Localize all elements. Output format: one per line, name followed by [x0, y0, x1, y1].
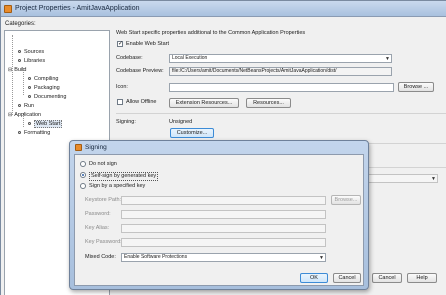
key-password-input[interactable] — [121, 238, 326, 247]
tree-item-compiling[interactable]: Compiling — [28, 75, 58, 83]
categories-label: Categories: — [5, 21, 36, 27]
allow-offline-label: Allow Offline — [126, 99, 157, 105]
keystore-path-label: Keystore Path: — [85, 197, 122, 203]
self-sign-radio[interactable] — [80, 172, 86, 178]
enable-web-start-label: Enable Web Start — [126, 41, 170, 47]
codebase-preview-value: file:/C:/Users/amit/Documents/NetBeansPr… — [172, 68, 337, 74]
tree-item-build[interactable]: ⊟ Build — [8, 66, 26, 74]
key-alias-input[interactable] — [121, 224, 326, 233]
tree-item-web-start[interactable]: Web Start — [28, 120, 63, 128]
keystore-path-input[interactable] — [121, 196, 326, 205]
do-not-sign-label: Do not sign — [89, 161, 117, 167]
title-bar: Project Properties - AmitJavaApplication — [1, 1, 446, 17]
password-input[interactable] — [121, 210, 326, 219]
keystore-browse-button[interactable]: Browse... — [331, 195, 361, 205]
do-not-sign-radio[interactable] — [80, 161, 86, 167]
tree-item-formatting[interactable]: Formatting — [18, 129, 50, 137]
ok-button[interactable]: OK — [300, 273, 328, 283]
collapse-icon[interactable]: ⊟ — [8, 112, 12, 118]
dropdown-arrow-icon: ▼ — [431, 176, 436, 182]
window-title: Project Properties - AmitJavaApplication — [15, 5, 140, 12]
tree-item-packaging[interactable]: Packaging — [28, 84, 60, 92]
tree-item-run[interactable]: Run — [18, 102, 34, 110]
signing-dialog: Signing Do not sign Self-sign by generat… — [69, 140, 369, 290]
tree-item-sources[interactable]: Sources — [18, 48, 44, 56]
resources-button[interactable]: Resources... — [246, 98, 291, 108]
signing-label: Signing: — [116, 119, 136, 125]
dialog-title: Signing — [85, 144, 107, 151]
password-label: Password: — [85, 211, 111, 217]
icon-browse-button[interactable]: Browse ... — [398, 82, 434, 92]
codebase-select[interactable]: Local Execution ▼ — [169, 54, 392, 63]
icon-path-input[interactable] — [169, 83, 394, 92]
node-icon — [18, 50, 21, 54]
node-icon — [18, 104, 21, 108]
mixed-code-label: Mixed Code: — [85, 254, 116, 260]
dialog-app-icon — [75, 144, 82, 151]
mixed-code-select[interactable]: Enable Software Protections ▼ — [121, 253, 326, 262]
codebase-preview-label: Codebase Preview: — [116, 68, 164, 74]
enable-web-start-checkbox[interactable] — [117, 40, 123, 47]
allow-offline-checkbox[interactable] — [117, 99, 123, 105]
dropdown-arrow-icon: ▼ — [319, 255, 324, 261]
obscured-select[interactable]: ▼ — [366, 174, 438, 183]
separator — [366, 167, 446, 168]
sign-by-key-label: Sign by a specified key — [89, 183, 146, 189]
node-icon — [28, 86, 31, 90]
self-sign-label: Self-sign by generated key — [89, 172, 159, 181]
dropdown-arrow-icon: ▼ — [385, 56, 390, 62]
node-icon — [18, 131, 21, 135]
web-start-description: Web Start specific properties additional… — [116, 30, 306, 36]
tree-line — [12, 35, 13, 115]
collapse-icon[interactable]: ⊟ — [8, 67, 12, 73]
dialog-cancel-button[interactable]: Cancel — [333, 273, 361, 283]
signing-value: Unsigned — [169, 119, 193, 125]
customize-button[interactable]: Customize... — [170, 128, 214, 138]
node-icon — [28, 95, 31, 99]
signing-dialog-body: Do not sign Self-sign by generated key S… — [74, 154, 364, 286]
key-password-label: Key Password: — [85, 239, 122, 245]
codebase-label: Codebase: — [116, 55, 143, 61]
app-icon — [4, 5, 12, 13]
sign-by-key-radio[interactable] — [80, 183, 86, 189]
tree-item-libraries[interactable]: Libraries — [18, 57, 45, 65]
separator — [116, 113, 446, 114]
outer-cancel-button[interactable]: Cancel — [372, 273, 402, 283]
extension-resources-button[interactable]: Extension Resources... — [169, 98, 239, 108]
mixed-code-value: Enable Software Protections — [124, 254, 188, 260]
codebase-value: Local Execution — [172, 55, 208, 61]
node-icon — [28, 122, 31, 126]
tree-item-application[interactable]: ⊟ Application — [8, 111, 41, 119]
tree-item-documenting[interactable]: Documenting — [28, 93, 66, 101]
node-icon — [18, 59, 21, 63]
icon-label: Icon: — [116, 84, 128, 90]
key-alias-label: Key Alias: — [85, 225, 110, 231]
outer-help-button[interactable]: Help — [407, 273, 437, 283]
node-icon — [28, 77, 31, 81]
codebase-preview-field: file:/C:/Users/amit/Documents/NetBeansPr… — [169, 67, 392, 76]
